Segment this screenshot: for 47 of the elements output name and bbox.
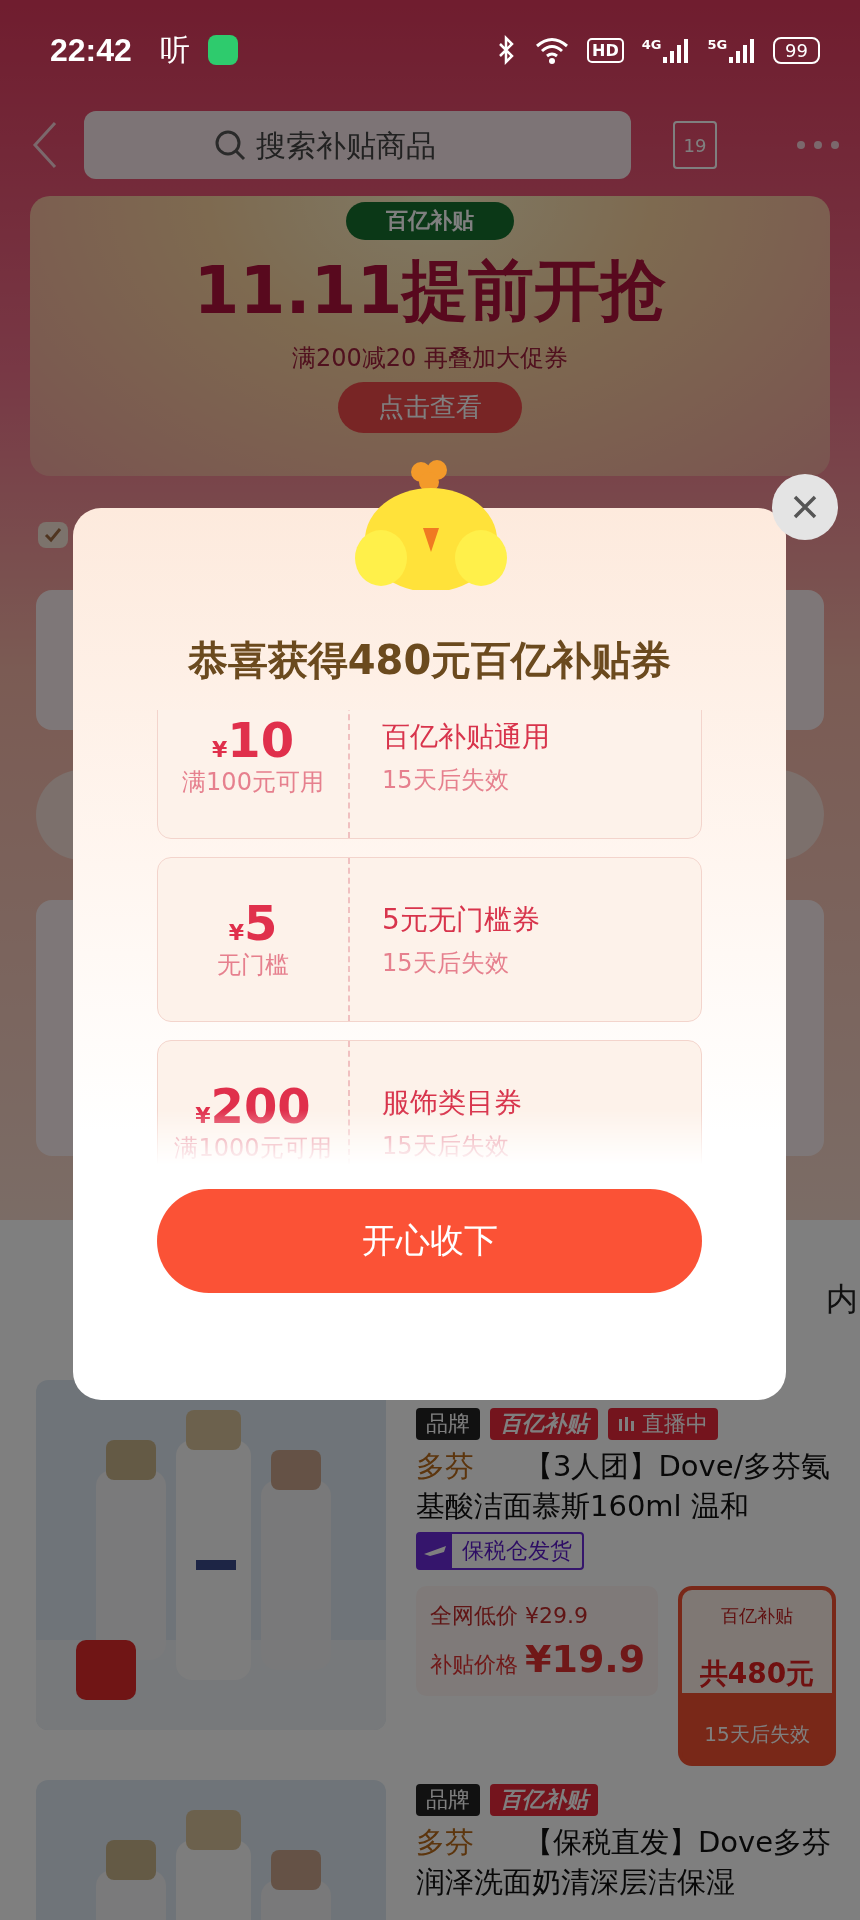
live-tag: 直播中 [608,1408,718,1440]
network-label: 5G [707,37,728,52]
message-icon [207,35,238,65]
coupon-name: 5元无门槛券 [382,901,540,938]
signal-icon [663,37,690,63]
product-title[interactable]: 多芬 【3人团】Dove/多芬氨基酸洁面慕斯160ml 温和 [416,1446,836,1526]
banner-headline: 11.11提前开抢 [193,251,667,331]
banner-pill: 百亿补贴 [346,202,514,240]
coupon-name: 百亿补贴通用 [382,718,550,755]
coupon-expiry: 15天后失效 [382,1130,510,1162]
calendar-icon[interactable]: 19 [673,121,717,169]
app-glyph: 听 [159,30,190,69]
plane-icon [418,1534,452,1568]
close-icon [792,494,818,520]
product-title[interactable]: 多芬 【保税直发】Dove多芬润泽洗面奶清深层洁保湿 [416,1822,836,1902]
more-icon[interactable] [796,140,840,150]
network-label: 4G [641,37,662,52]
shipping-tag: 保税仓发货 [416,1532,584,1570]
coupon-condition: 无门槛 [217,949,289,981]
view-button[interactable]: 点击查看 [338,381,522,433]
live-icon [618,1415,636,1433]
hd-badge: HD [587,37,624,63]
coupon-expiry: 15天后失效 [382,764,510,796]
subsidy-price: 补贴价格 ¥19.9 [430,1637,647,1681]
wifi-icon [535,36,569,64]
coupon-expiry: 15天后失效 [382,947,510,979]
coupon-name: 服饰类目券 [382,1084,522,1121]
coupon-amount: ¥5 [228,898,278,947]
coupon-amount: ¥10 [211,715,295,764]
subsidy-tag: 百亿补贴 [490,1784,598,1816]
brand-tag: 品牌 [416,1408,480,1440]
search-field[interactable]: 搜索补贴商品 [84,111,631,179]
search-icon [214,129,246,161]
list-price: 全网低价 ¥29.9 [430,1602,589,1630]
coupon-condition: 满100元可用 [182,766,324,798]
battery-level: 99 [773,36,820,64]
status-time: 22:42 [50,31,132,69]
brand-tag: 品牌 [416,1784,480,1816]
signal-icon [729,37,756,63]
banner-subline: 满200减20 再叠加大促券 [292,342,568,374]
accept-button[interactable]: 开心收下 [157,1189,702,1293]
subsidy-tag: 百亿补贴 [490,1408,598,1440]
dialog-title: 恭喜获得480元百亿补贴券 [186,636,673,685]
voucher-badge: 百亿补贴 共480元 15天后失效 [678,1586,836,1766]
promo-banner[interactable]: 百亿补贴 11.11提前开抢 满200减20 再叠加大促券 点击查看 [30,196,830,476]
tab-label[interactable]: 内 [826,1278,860,1322]
coupon-amount: ¥200 [195,1081,311,1130]
